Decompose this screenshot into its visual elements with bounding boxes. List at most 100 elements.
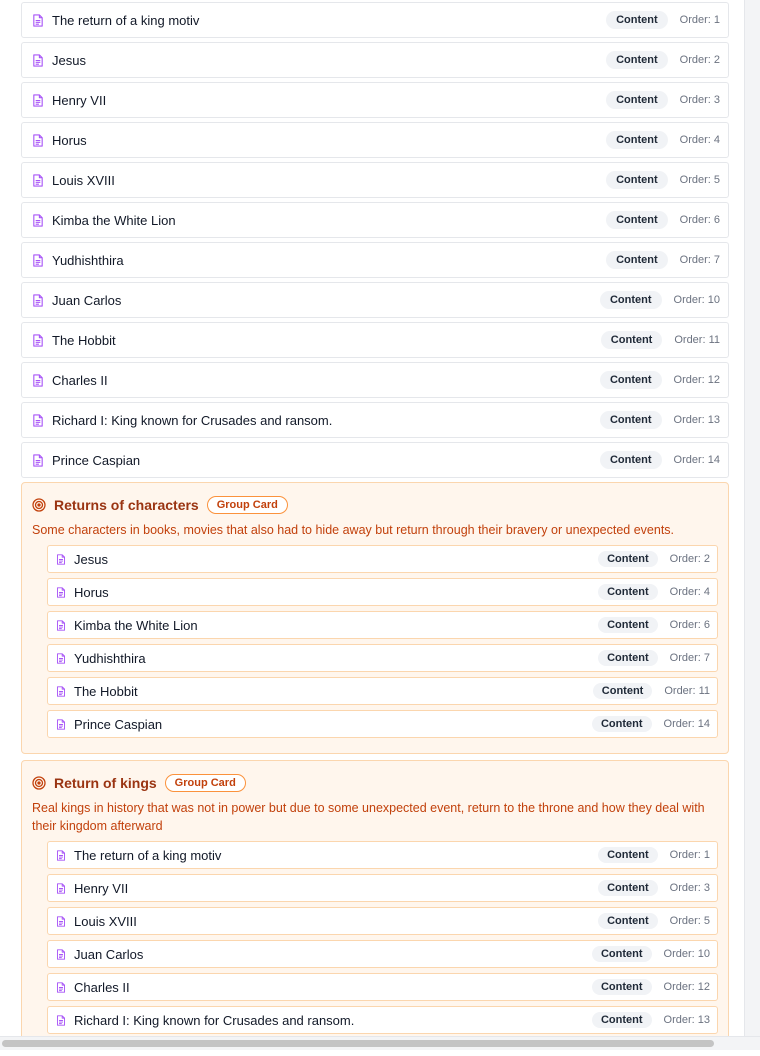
group-card-badge: Group Card [164, 774, 246, 792]
order-label: Order: 7 [669, 652, 710, 664]
document-icon [56, 1014, 66, 1026]
left-gutter [0, 0, 12, 1049]
group-card[interactable]: Return of kings Group Card Real kings in h… [21, 760, 729, 1050]
group-list-item[interactable]: Charles II Content Order: 12 [47, 973, 718, 1001]
document-icon [56, 882, 66, 894]
content-items: The return of a king motiv Content Order: … [21, 2, 729, 478]
content-type-badge: Content [599, 371, 662, 389]
content-type-badge: Content [606, 171, 668, 189]
order-label: Order: 1 [669, 849, 710, 861]
document-icon [32, 373, 44, 387]
document-icon [56, 981, 66, 993]
item-title: Kimba the White Lion [74, 617, 198, 633]
document-icon [56, 619, 66, 631]
content-type-badge: Content [598, 847, 658, 863]
group-list-item[interactable]: Jesus Content Order: 2 [47, 545, 718, 573]
order-label: Order: 2 [669, 553, 710, 565]
group-list-item[interactable]: Louis XVIII Content Order: 5 [47, 907, 718, 935]
group-card[interactable]: Returns of characters Group Card Some char… [21, 482, 729, 754]
group-description: Real kings in history that was not in po… [32, 801, 705, 833]
item-title: Charles II [52, 372, 108, 388]
content-type-badge: Content [606, 131, 668, 149]
content-type-badge: Content [591, 979, 652, 995]
list-item[interactable]: Prince Caspian Content Order: 14 [21, 442, 729, 478]
content-type-badge: Content [598, 913, 658, 929]
document-icon [32, 253, 44, 267]
group-items: The return of a king motiv Content Order: … [47, 841, 718, 1034]
content-type-badge: Content [591, 716, 652, 732]
group-list-item[interactable]: The Hobbit Content Order: 11 [47, 677, 718, 705]
list-item[interactable]: Juan Carlos Content Order: 10 [21, 282, 729, 318]
item-title: The return of a king motiv [52, 12, 200, 28]
group-list-item[interactable]: Juan Carlos Content Order: 10 [47, 940, 718, 968]
content-type-badge: Content [606, 51, 668, 69]
order-label: Order: 12 [663, 981, 710, 993]
content-list: The return of a king motiv Content Order: … [21, 2, 729, 1056]
document-icon [32, 93, 44, 107]
order-label: Order: 10 [663, 948, 710, 960]
item-title: Horus [52, 132, 87, 148]
group-list-item[interactable]: Yudhishthira Content Order: 7 [47, 644, 718, 672]
order-label: Order: 11 [674, 334, 720, 346]
content-type-badge: Content [591, 946, 652, 962]
content-type-badge: Content [598, 650, 658, 666]
item-title: Prince Caspian [74, 716, 163, 732]
document-icon [32, 53, 44, 67]
target-icon [32, 776, 46, 790]
group-list-item[interactable]: Kimba the White Lion Content Order: 6 [47, 611, 718, 639]
item-title: Henry VII [52, 92, 107, 108]
order-label: Order: 3 [679, 94, 720, 106]
order-label: Order: 1 [679, 14, 720, 26]
content-type-badge: Content [606, 251, 668, 269]
list-item[interactable]: The Hobbit Content Order: 11 [21, 322, 729, 358]
order-label: Order: 4 [669, 586, 710, 598]
group-list-item[interactable]: Horus Content Order: 4 [47, 578, 718, 606]
item-title: The return of a king motiv [74, 847, 222, 863]
list-item[interactable]: Henry VII Content Order: 3 [21, 82, 729, 118]
content-type-badge: Content [592, 683, 653, 699]
document-icon [32, 13, 44, 27]
list-item[interactable]: Kimba the White Lion Content Order: 6 [21, 202, 729, 238]
content-type-badge: Content [591, 1012, 652, 1028]
document-icon [32, 133, 44, 147]
list-item[interactable]: Jesus Content Order: 2 [21, 42, 729, 78]
group-card-header: Returns of characters Group Card [32, 495, 718, 515]
item-title: The Hobbit [52, 332, 116, 348]
group-list-item[interactable]: Richard I: King known for Crusades and r… [47, 1006, 718, 1034]
list-item[interactable]: Yudhishthira Content Order: 7 [21, 242, 729, 278]
group-description: Some characters in books, movies that al… [32, 523, 675, 537]
list-item[interactable]: Louis XVIII Content Order: 5 [21, 162, 729, 198]
item-title: Jesus [74, 551, 108, 567]
item-title: Richard I: King known for Crusades and r… [74, 1012, 355, 1028]
order-label: Order: 5 [669, 915, 710, 927]
item-title: Yudhishthira [52, 252, 124, 268]
document-icon [56, 685, 66, 697]
order-label: Order: 6 [669, 619, 710, 631]
vertical-scrollbar[interactable] [744, 0, 760, 1049]
item-title: Prince Caspian [52, 452, 141, 468]
order-label: Order: 14 [663, 718, 710, 730]
horizontal-scrollbar[interactable] [0, 1036, 760, 1050]
content-type-badge: Content [599, 291, 662, 309]
document-icon [56, 915, 66, 927]
content-type-badge: Content [599, 451, 662, 469]
list-item[interactable]: The return of a king motiv Content Order: … [21, 2, 729, 38]
list-item[interactable]: Horus Content Order: 4 [21, 122, 729, 158]
list-item[interactable]: Richard I: King known for Crusades and r… [21, 402, 729, 438]
order-label: Order: 4 [679, 134, 720, 146]
list-item[interactable]: Charles II Content Order: 12 [21, 362, 729, 398]
order-label: Order: 13 [663, 1014, 710, 1026]
order-label: Order: 5 [679, 174, 720, 186]
item-title: Kimba the White Lion [52, 212, 176, 228]
group-list-item[interactable]: Henry VII Content Order: 3 [47, 874, 718, 902]
content-type-badge: Content [606, 211, 668, 229]
group-cards: Returns of characters Group Card Some char… [21, 482, 729, 1050]
group-list-item[interactable]: Prince Caspian Content Order: 14 [47, 710, 718, 738]
group-card-badge: Group Card [206, 496, 288, 514]
order-label: Order: 13 [673, 414, 720, 426]
horizontal-scrollbar-thumb[interactable] [2, 1040, 714, 1047]
content-type-badge: Content [600, 331, 663, 349]
group-list-item[interactable]: The return of a king motiv Content Order: … [47, 841, 718, 869]
group-title: Returns of characters [54, 497, 199, 513]
order-label: Order: 6 [679, 214, 720, 226]
